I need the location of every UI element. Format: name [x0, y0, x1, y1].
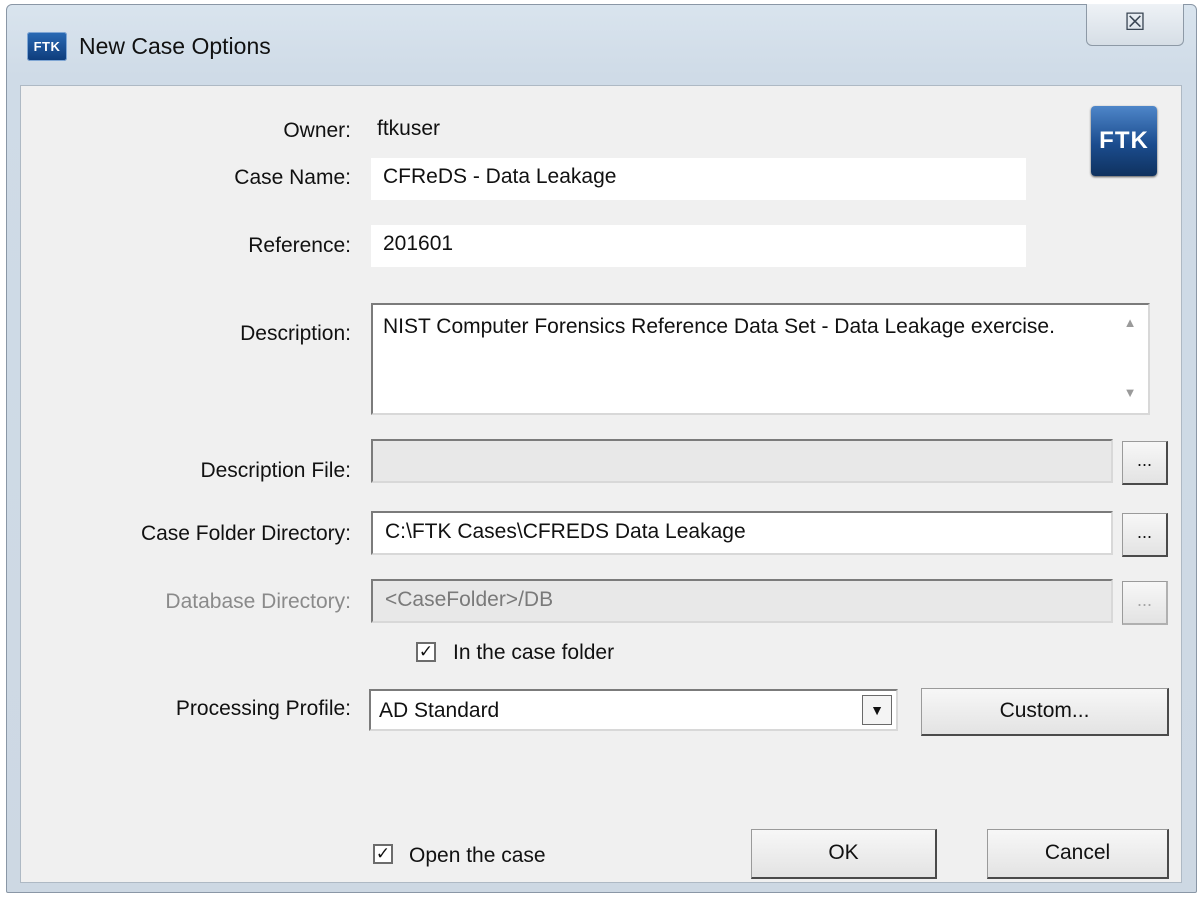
ftk-logo: FTK: [1091, 106, 1157, 176]
database-directory-input[interactable]: <CaseFolder>/DB: [371, 579, 1113, 623]
ok-button[interactable]: OK: [751, 829, 937, 879]
scroll-up-icon[interactable]: ▲: [1120, 315, 1140, 335]
case-name-label: Case Name:: [234, 166, 351, 189]
cancel-button[interactable]: Cancel: [987, 829, 1169, 879]
open-case-label: Open the case: [409, 844, 546, 867]
description-file-browse-button[interactable]: ...: [1122, 441, 1168, 485]
in-case-folder-label: In the case folder: [453, 641, 615, 664]
close-icon: ☒: [1124, 9, 1146, 36]
open-case-checkbox[interactable]: ✓: [373, 844, 393, 864]
database-directory-browse-button[interactable]: ...: [1122, 581, 1168, 625]
in-case-folder-checkbox[interactable]: ✓: [416, 642, 436, 662]
description-text: NIST Computer Forensics Reference Data S…: [383, 315, 1055, 338]
reference-input[interactable]: 201601: [371, 225, 1026, 267]
new-case-options-dialog: FTK New Case Options ☒ FTK Owner: ftkuse…: [6, 4, 1197, 893]
reference-label: Reference:: [248, 234, 351, 257]
case-name-input[interactable]: CFReDS - Data Leakage: [371, 158, 1026, 200]
ftk-app-icon: FTK: [27, 32, 67, 61]
case-folder-browse-button[interactable]: ...: [1122, 513, 1168, 557]
description-file-label: Description File:: [200, 459, 351, 482]
owner-value: ftkuser: [377, 117, 441, 140]
dialog-body: FTK Owner: ftkuser Case Name: CFReDS - D…: [20, 85, 1182, 883]
chevron-down-icon[interactable]: ▼: [862, 695, 892, 725]
description-file-input[interactable]: [371, 439, 1113, 483]
close-button[interactable]: ☒: [1086, 4, 1184, 46]
owner-label: Owner:: [283, 119, 351, 142]
database-directory-label: Database Directory:: [165, 590, 351, 613]
description-textarea[interactable]: NIST Computer Forensics Reference Data S…: [371, 303, 1150, 415]
processing-profile-select[interactable]: AD Standard ▼: [369, 689, 898, 731]
processing-profile-value: AD Standard: [379, 699, 500, 722]
case-folder-label: Case Folder Directory:: [140, 522, 351, 545]
title-bar: FTK New Case Options ☒: [7, 4, 1196, 83]
custom-profile-button[interactable]: Custom...: [921, 688, 1169, 736]
processing-profile-label: Processing Profile:: [175, 697, 351, 720]
scroll-down-icon[interactable]: ▼: [1120, 385, 1140, 405]
case-folder-input[interactable]: C:\FTK Cases\CFREDS Data Leakage: [371, 511, 1113, 555]
description-label: Description:: [240, 322, 351, 345]
dialog-title: New Case Options: [79, 33, 271, 59]
